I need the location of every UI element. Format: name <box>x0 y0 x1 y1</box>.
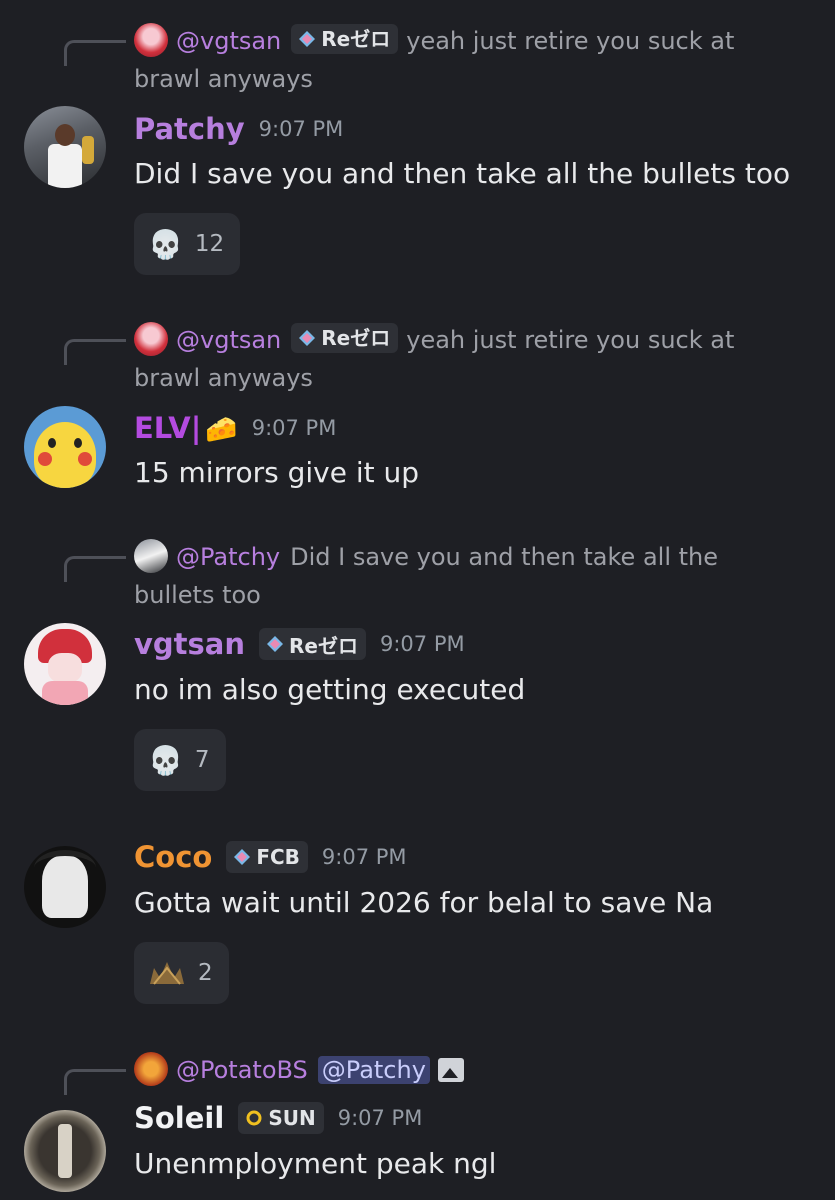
server-tag: Reゼロ <box>291 24 399 54</box>
message-text: 15 mirrors give it up <box>134 456 420 489</box>
reply-avatar <box>134 322 168 356</box>
reply-username[interactable]: @vgtsan <box>176 27 281 55</box>
message-text: Did I save you and then take all the bul… <box>134 157 791 190</box>
cheese-icon: 🧀 <box>205 415 238 445</box>
reply-connector <box>64 40 126 66</box>
skull-icon: 💀 <box>148 743 183 777</box>
reaction-button[interactable]: 💀 7 <box>134 729 226 791</box>
reply-preview[interactable]: @PotatoBS @Patchy <box>134 1051 775 1089</box>
timestamp: 9:07 PM <box>379 632 465 656</box>
username[interactable]: Coco <box>134 840 212 874</box>
sun-icon <box>246 1110 262 1126</box>
diamond-icon <box>234 849 251 865</box>
reply-connector <box>64 556 126 582</box>
username-text: ELV| <box>134 411 202 445</box>
reaction-count: 12 <box>194 231 225 257</box>
reaction-button[interactable]: 2 <box>134 942 229 1004</box>
avatar[interactable] <box>24 106 106 188</box>
server-tag: Reゼロ <box>259 628 366 660</box>
skull-icon: 💀 <box>148 227 183 261</box>
reply-preview[interactable]: @Patchy Did I save you and then take all … <box>134 538 775 614</box>
timestamp: 9:07 PM <box>258 117 344 141</box>
username[interactable]: vgtsan <box>134 627 245 661</box>
server-tag-label: Reゼロ <box>289 633 358 658</box>
message-text: no im also getting executed <box>134 673 526 706</box>
message-header: Soleil SUN 9:07 PM <box>134 1101 422 1135</box>
server-tag-label: Reゼロ <box>321 27 391 51</box>
message-header: Coco FCB 9:07 PM <box>134 840 407 874</box>
server-tag: Reゼロ <box>291 323 399 353</box>
server-tag: FCB <box>226 841 308 873</box>
message-header: ELV| 🧀 9:07 PM <box>134 411 336 445</box>
reply-connector <box>64 339 126 365</box>
diamond-icon <box>267 636 284 652</box>
reply-username[interactable]: @vgtsan <box>176 326 281 354</box>
username[interactable]: Soleil <box>134 1101 224 1135</box>
timestamp: 9:07 PM <box>321 845 407 869</box>
avatar[interactable] <box>24 406 106 488</box>
crown-emoji-icon <box>150 962 184 985</box>
username[interactable]: Patchy <box>134 112 245 146</box>
reply-username[interactable]: @PotatoBS <box>176 1056 308 1084</box>
message-text: Gotta wait until 2026 for belal to save … <box>134 886 714 919</box>
server-tag-label: FCB <box>256 845 300 869</box>
mention-chip[interactable]: @Patchy <box>317 1056 430 1084</box>
image-icon <box>437 1058 464 1082</box>
server-tag: SUN <box>238 1102 324 1134</box>
reply-avatar <box>134 539 168 573</box>
message-header: Patchy 9:07 PM <box>134 112 343 146</box>
avatar[interactable] <box>24 846 106 928</box>
reaction-count: 7 <box>194 747 210 773</box>
reaction-count: 2 <box>198 960 213 986</box>
reply-avatar <box>134 1052 168 1086</box>
message-header: vgtsan Reゼロ 9:07 PM <box>134 627 465 661</box>
server-tag-label: Reゼロ <box>321 326 391 350</box>
timestamp: 9:07 PM <box>251 416 337 440</box>
server-tag-label: SUN <box>268 1106 316 1130</box>
avatar[interactable] <box>24 1110 106 1192</box>
timestamp: 9:07 PM <box>337 1106 423 1130</box>
reply-connector <box>64 1069 126 1095</box>
reply-preview[interactable]: @vgtsan Reゼロ yeah just retire you suck at … <box>134 321 775 397</box>
reply-avatar <box>134 23 168 57</box>
diamond-icon <box>299 31 316 47</box>
diamond-icon <box>299 330 316 346</box>
message-text: Unenmployment peak ngl <box>134 1147 497 1180</box>
reply-preview[interactable]: @vgtsan Reゼロ yeah just retire you suck at … <box>134 22 775 98</box>
avatar[interactable] <box>24 623 106 705</box>
reply-username[interactable]: @Patchy <box>176 543 280 571</box>
reaction-button[interactable]: 💀 12 <box>134 213 241 275</box>
username[interactable]: ELV| 🧀 <box>134 411 238 445</box>
